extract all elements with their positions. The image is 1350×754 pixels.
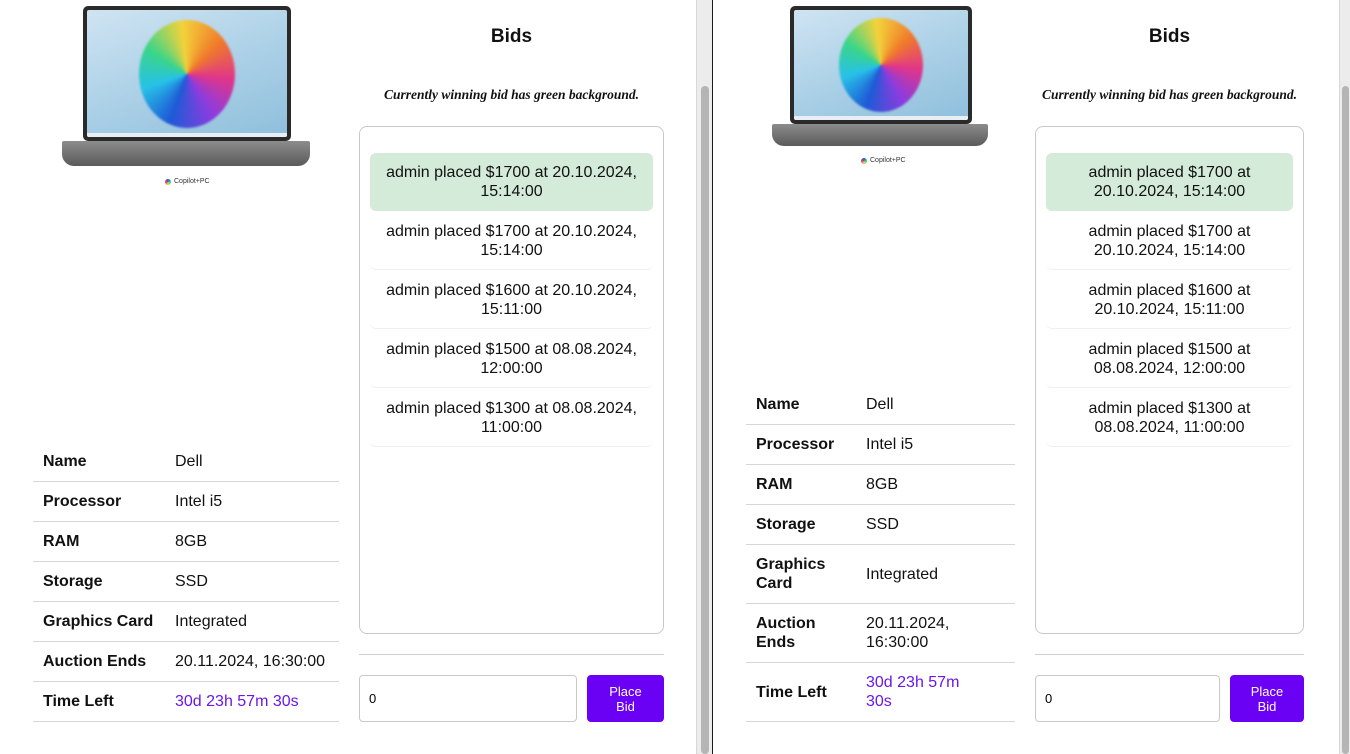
bid-list[interactable]: admin placed $1700 at 20.10.2024, 15:14:… — [359, 126, 664, 634]
bid-item-winning: admin placed $1700 at 20.10.2024, 15:14:… — [1046, 153, 1293, 211]
spec-row-auction-ends: Auction Ends 20.11.2024, 16:30:00 — [33, 642, 339, 682]
spec-row-processor: Processor Intel i5 — [33, 482, 339, 522]
spec-row-name: Name Dell — [746, 385, 1015, 425]
spec-row-processor: Processor Intel i5 — [746, 425, 1015, 465]
spec-row-ram: RAM 8GB — [33, 522, 339, 562]
bid-item: admin placed $1500 at 08.08.2024, 12:00:… — [370, 330, 653, 388]
place-bid-button[interactable]: Place Bid — [1230, 675, 1304, 722]
spec-label: Auction Ends — [43, 653, 147, 670]
scrollbar-thumb[interactable] — [1342, 86, 1349, 754]
time-left-countdown: 30d 23h 57m 30s — [866, 674, 960, 710]
spec-label: Time Left — [756, 683, 827, 701]
divider — [1035, 654, 1304, 655]
spec-label: RAM — [43, 533, 80, 550]
spec-value: Integrated — [866, 565, 939, 583]
bid-item: admin placed $1600 at 20.10.2024, 15:11:… — [370, 271, 653, 329]
auction-window-right: Copilot+PC Bids Currently winning bid ha… — [713, 0, 1339, 754]
laptop-image: Copilot+PC — [60, 6, 312, 191]
copilot-logo-icon — [861, 157, 867, 164]
spec-label: Name — [756, 396, 800, 413]
bid-item: admin placed $1700 at 20.10.2024, 15:14:… — [1046, 212, 1293, 270]
spec-table: Name Dell Processor Intel i5 RAM 8GB Sto… — [33, 442, 339, 722]
scrollbar-thumb[interactable] — [701, 86, 709, 754]
spec-value: Intel i5 — [175, 493, 223, 510]
bid-item: admin placed $1500 at 08.08.2024, 12:00:… — [1046, 330, 1293, 388]
spec-label: Name — [43, 453, 87, 470]
spec-table: Name Dell Processor Intel i5 RAM 8GB Sto… — [746, 385, 1015, 722]
bid-item: admin placed $1600 at 20.10.2024, 15:11:… — [1046, 271, 1293, 329]
spec-value: 8GB — [175, 533, 208, 550]
bids-title: Bids — [1148, 26, 1191, 47]
spec-value: SSD — [175, 573, 208, 590]
spec-value: 20.11.2024, 16:30:00 — [866, 615, 950, 651]
auction-window-left: Copilot+PC Bids Currently winning bid ha… — [0, 0, 696, 754]
bid-amount-input[interactable] — [1035, 675, 1220, 722]
scrollbar-right[interactable] — [1339, 0, 1350, 754]
bid-item-winning: admin placed $1700 at 20.10.2024, 15:14:… — [370, 153, 653, 211]
winning-bid-note: Currently winning bid has green backgrou… — [1041, 87, 1298, 102]
divider — [359, 654, 664, 655]
spec-label: Graphics Card — [756, 556, 826, 592]
spec-label: RAM — [756, 476, 793, 493]
bid-amount-input[interactable] — [359, 675, 577, 722]
spec-row-storage: Storage SSD — [746, 505, 1015, 545]
spec-row-graphics: Graphics Card Integrated — [33, 602, 339, 642]
bid-item: admin placed $1300 at 08.08.2024, 11:00:… — [370, 389, 653, 447]
copilot-badge: Copilot+PC — [165, 178, 210, 185]
spec-label: Storage — [756, 516, 816, 533]
bid-item: admin placed $1700 at 20.10.2024, 15:14:… — [370, 212, 653, 270]
spec-row-ram: RAM 8GB — [746, 465, 1015, 505]
spec-value: Dell — [866, 396, 894, 413]
spec-label: Storage — [43, 573, 103, 590]
spec-value: 20.11.2024, 16:30:00 — [175, 653, 326, 670]
winning-bid-note: Currently winning bid has green backgrou… — [383, 87, 640, 102]
spec-row-time-left: Time Left 30d 23h 57m 30s — [33, 682, 339, 722]
scrollbar-left[interactable] — [696, 0, 712, 754]
time-left-countdown: 30d 23h 57m 30s — [175, 693, 299, 710]
spec-value: Integrated — [175, 613, 248, 630]
laptop-image: Copilot+PC — [770, 6, 990, 168]
spec-label: Auction Ends — [756, 615, 816, 651]
copilot-badge: Copilot+PC — [861, 157, 906, 164]
spec-label: Processor — [756, 436, 835, 453]
spec-label: Graphics Card — [43, 613, 154, 630]
spec-row-storage: Storage SSD — [33, 562, 339, 602]
spec-label: Processor — [43, 493, 122, 510]
spec-row-name: Name Dell — [33, 442, 339, 482]
spec-row-graphics: Graphics Card Integrated — [746, 545, 1015, 604]
spec-row-auction-ends: Auction Ends 20.11.2024, 16:30:00 — [746, 604, 1015, 663]
place-bid-button[interactable]: Place Bid — [587, 675, 664, 722]
bid-list[interactable]: admin placed $1700 at 20.10.2024, 15:14:… — [1035, 126, 1304, 634]
spec-value: SSD — [866, 516, 899, 533]
bid-item: admin placed $1300 at 08.08.2024, 11:00:… — [1046, 389, 1293, 447]
spec-row-time-left: Time Left 30d 23h 57m 30s — [746, 663, 1015, 722]
spec-value: Dell — [175, 453, 203, 470]
spec-label: Time Left — [43, 693, 114, 710]
copilot-logo-icon — [165, 178, 171, 185]
bids-title: Bids — [490, 26, 533, 47]
spec-value: 8GB — [866, 476, 899, 493]
spec-value: Intel i5 — [866, 436, 914, 453]
